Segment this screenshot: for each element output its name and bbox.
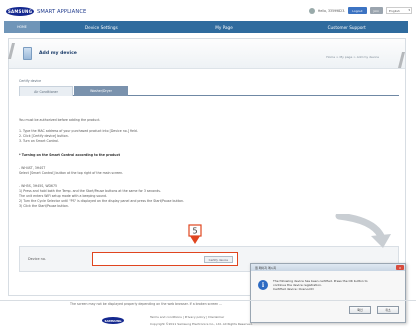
step-marker: 5: [188, 224, 202, 244]
device-no-input[interactable]: Certify device: [92, 252, 238, 266]
info-icon: i: [258, 280, 268, 290]
product-tabs: Air Conditioner Washer/Dryer: [19, 86, 399, 96]
main-nav: HOME Device Settings My Page Customer Su…: [4, 21, 408, 33]
nav-my-page[interactable]: My Page: [163, 25, 286, 30]
user-greeting: Hello, 33599823.: [317, 8, 346, 13]
join-button[interactable]: Join: [369, 7, 383, 14]
section-b-line-1: 1) Press and hold both the Temp. and the…: [19, 189, 161, 193]
intro-text: You must be authorized before adding the…: [19, 118, 101, 122]
smart-control-heading: * Turning on the Smart Control according…: [19, 153, 120, 157]
arrow-down-icon: [190, 236, 200, 244]
section-b-line-3: 2) Turn the Cycle Selector until "PS" is…: [19, 199, 184, 203]
content-panel: Add my device Home > My page > Add my de…: [8, 38, 406, 296]
breadcrumb: Home > My page > Add my device: [326, 55, 379, 59]
brand-logo[interactable]: SAMSUNG SMART APPLIANCE: [6, 7, 86, 16]
nav-customer-support[interactable]: Customer Support: [285, 25, 408, 30]
step-2: 2. Click [Certify device] button.: [19, 134, 69, 138]
device-icon: [23, 47, 32, 60]
nav-device-settings[interactable]: Device Settings: [40, 25, 163, 30]
close-icon[interactable]: X: [396, 265, 404, 270]
footer-samsung-logo: SAMSUNG: [102, 317, 124, 324]
footer-divider: [0, 300, 416, 301]
step-3: 3. Turn on Smart Control.: [19, 139, 59, 143]
tab-washer-dryer[interactable]: Washer/Dryer: [74, 86, 128, 96]
dialog-title: 웹 페이지 메시지: [251, 264, 405, 271]
footer-copyright: Copyright ©2011 Samsung Electronics Co.,…: [150, 322, 253, 326]
step-1: 1. Type the MAC address of your purchase…: [19, 129, 138, 133]
section-b-title: - WH5S, 3H45S, WD675: [19, 184, 58, 188]
logout-button[interactable]: Logout: [348, 7, 367, 14]
section-label: Certify device: [19, 79, 42, 83]
dialog-message-line-3: Certified device: Oven-LCD: [273, 287, 314, 292]
product-name: SMART APPLIANCE: [37, 8, 87, 15]
device-no-label: Device no.: [28, 257, 46, 261]
section-b-line-4: 3) Click the Start/Pause button.: [19, 204, 69, 208]
certify-device-button[interactable]: Certify device: [203, 256, 233, 263]
chevron-down-icon: ▾: [408, 8, 410, 12]
tab-air-conditioner[interactable]: Air Conditioner: [19, 86, 73, 96]
cancel-button[interactable]: 취소: [377, 306, 399, 314]
footer-links[interactable]: Terms and conditions | Privacy policy | …: [150, 315, 224, 319]
page-title-bar: Add my device Home > My page > Add my de…: [9, 39, 405, 69]
samsung-logo: SAMSUNG: [6, 7, 34, 16]
dialog-message: The following device has been certified.…: [273, 279, 403, 292]
user-bar: Hello, 33599823. Logout Join English ▾: [308, 7, 412, 14]
section-a-text: Select [Smart Control] button at the top…: [19, 171, 124, 175]
page-title: Add my device: [39, 51, 77, 56]
section-a-title: - WH4ST, 3H4ST: [19, 166, 46, 170]
footer-note: The screen may not be displayed properly…: [70, 302, 223, 306]
user-icon: [308, 7, 315, 14]
language-select[interactable]: English ▾: [386, 7, 412, 14]
pointer-arrow-icon: [335, 214, 391, 248]
nav-home[interactable]: HOME: [4, 21, 40, 33]
confirmation-dialog: 웹 페이지 메시지 X i The following device has b…: [250, 263, 406, 323]
language-value: English: [389, 8, 400, 13]
step-number: 5: [192, 227, 197, 236]
ok-button[interactable]: 확인: [349, 306, 371, 314]
section-b-line-2: The unit enters WiFi setup mode with a b…: [19, 194, 108, 198]
